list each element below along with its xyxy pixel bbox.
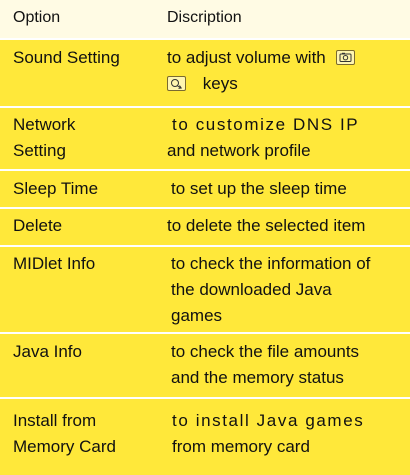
description-cell: to delete the selected item: [167, 213, 407, 239]
description-cell: to install Java games from memory card: [172, 408, 410, 460]
description-text: and network profile: [167, 141, 311, 160]
description-text: the downloaded Java: [171, 280, 332, 299]
option-cell: Java Info: [13, 339, 156, 365]
table-row: Delete to delete the selected item: [0, 209, 410, 245]
option-cell: Install from Memory Card: [13, 408, 156, 460]
description-cell: to customize DNS IP and network profile: [167, 112, 407, 164]
description-text: to check the information of: [171, 254, 371, 273]
camera-key-icon: [336, 49, 356, 65]
table-row: Java Info to check the file amounts and …: [0, 334, 410, 397]
description-cell: to check the file amounts and the memory…: [171, 339, 410, 391]
description-cell: to check the information of the download…: [171, 251, 410, 329]
description-cell: to set up the sleep time: [171, 176, 410, 202]
header-option: Option: [13, 9, 61, 26]
table-row: Sleep Time to set up the sleep time: [0, 171, 410, 207]
description-cell: to adjust volume with keys: [167, 45, 407, 97]
option-label: Sleep Time: [13, 179, 99, 198]
description-line: keys: [167, 71, 407, 97]
description-text: to set up the sleep time: [171, 179, 347, 198]
option-cell: Sound Setting: [13, 45, 156, 71]
option-label: Java Info: [13, 342, 82, 361]
option-label: Setting: [13, 141, 66, 160]
description-text: keys: [202, 74, 238, 93]
option-label: Install from: [13, 411, 97, 430]
description-text: to check the file amounts: [171, 342, 360, 361]
table-header: Option Discription: [0, 0, 410, 38]
description-text: to customize DNS IP: [172, 115, 360, 134]
description-line: to adjust volume with: [167, 45, 407, 71]
header-description: Discription: [167, 9, 242, 26]
option-label: MIDlet Info: [13, 254, 96, 273]
table-row: Sound Setting to adjust volume with keys: [0, 40, 410, 106]
table-row: MIDlet Info to check the information of …: [0, 247, 410, 332]
description-text: and the memory status: [171, 368, 344, 387]
description-text: to delete the selected item: [167, 216, 366, 235]
options-table: Option Discription Sound Setting to adju…: [0, 0, 410, 475]
option-label: Sound Setting: [13, 48, 120, 67]
table-row: Network Setting to customize DNS IP and …: [0, 108, 410, 169]
option-cell: MIDlet Info: [13, 251, 156, 277]
description-text: to install Java games: [172, 411, 365, 430]
option-cell: Network Setting: [13, 112, 156, 164]
option-label: Network: [13, 115, 76, 134]
option-label: Delete: [13, 216, 63, 235]
navigation-key-icon: [167, 75, 186, 91]
table-row: Install from Memory Card to install Java…: [0, 399, 410, 475]
option-cell: Sleep Time: [13, 176, 156, 202]
description-text: to adjust volume with: [167, 48, 326, 67]
description-text: games: [171, 306, 223, 325]
description-text: from memory card: [172, 437, 310, 456]
option-label: Memory Card: [13, 437, 116, 456]
option-cell: Delete: [13, 213, 156, 239]
